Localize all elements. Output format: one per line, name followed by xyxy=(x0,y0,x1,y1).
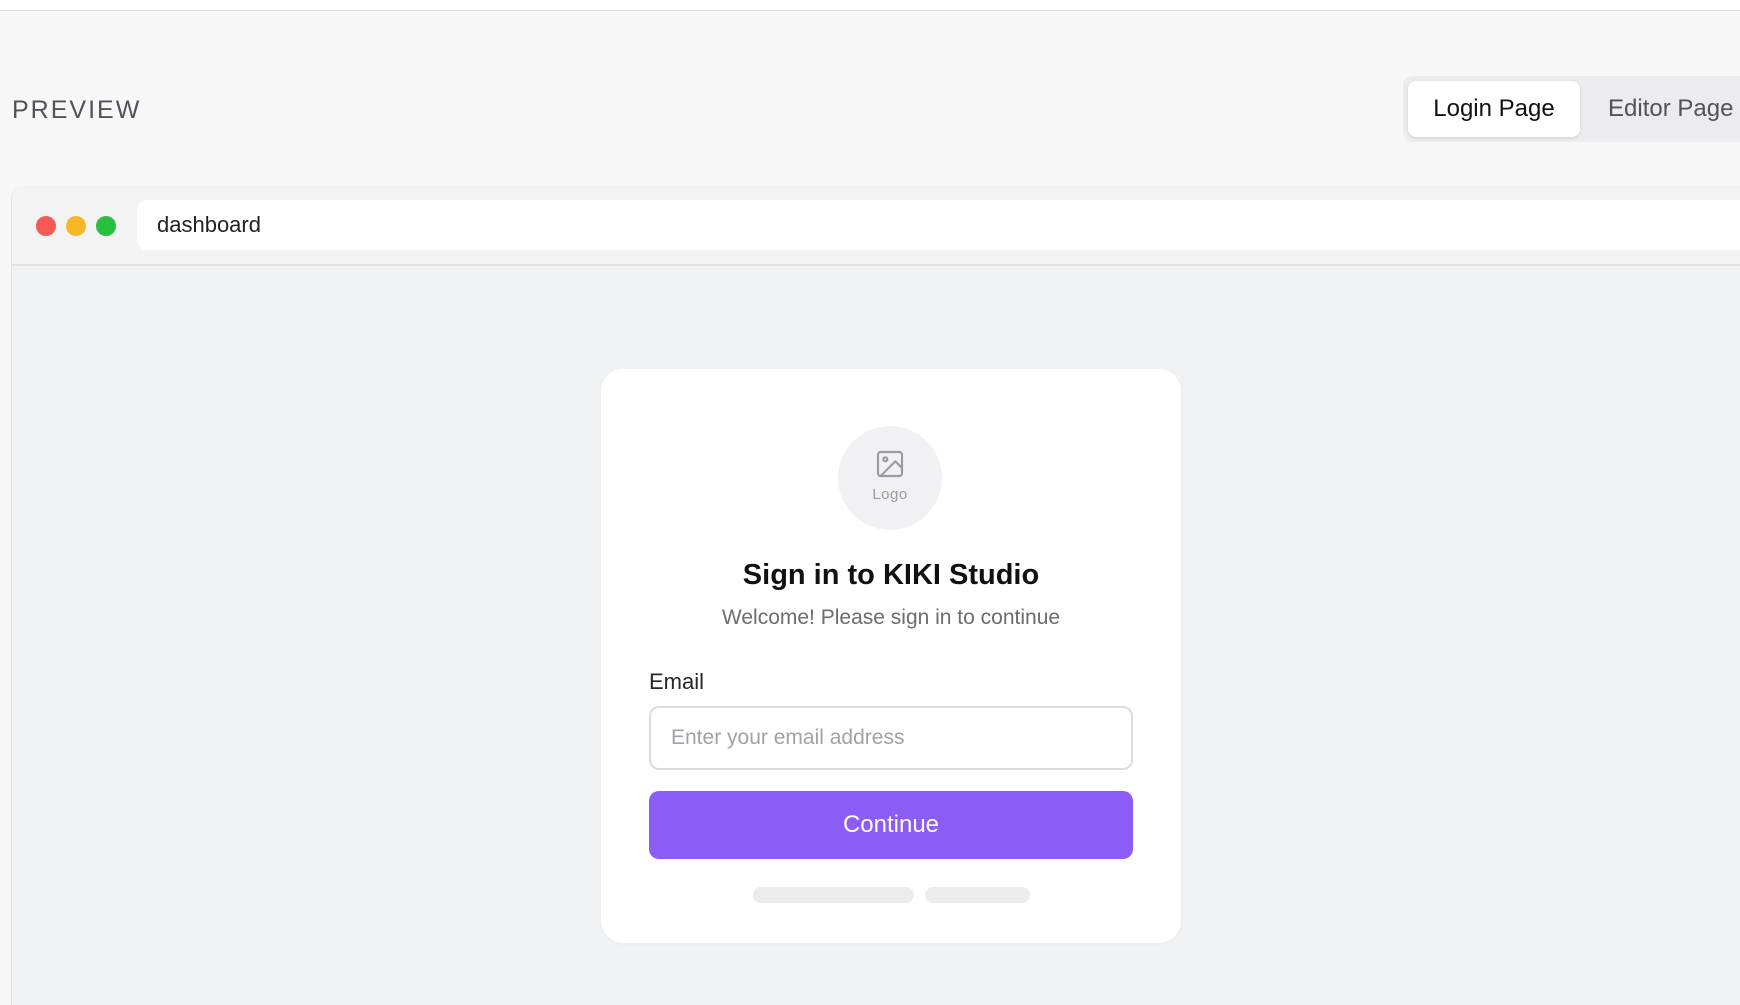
login-card: Logo Sign in to KIKI Studio Welcome! Ple… xyxy=(601,369,1181,943)
minimize-window-icon[interactable] xyxy=(66,216,86,236)
tab-editor-page[interactable]: Editor Page xyxy=(1580,81,1733,137)
maximize-window-icon[interactable] xyxy=(96,216,116,236)
browser-toolbar: dashboard xyxy=(12,185,1740,266)
email-input[interactable] xyxy=(649,706,1133,770)
page-tabs: Login Page Editor Page xyxy=(1403,76,1740,142)
logo-text: Logo xyxy=(872,485,908,503)
close-window-icon[interactable] xyxy=(36,216,56,236)
login-subtitle: Welcome! Please sign in to continue xyxy=(721,606,1061,629)
logo-placeholder: Logo xyxy=(838,426,942,530)
preview-label: PREVIEW xyxy=(12,96,142,124)
continue-button[interactable]: Continue xyxy=(649,791,1133,859)
top-rule xyxy=(0,0,1740,11)
login-title: Sign in to KIKI Studio xyxy=(742,559,1040,591)
image-icon xyxy=(876,450,904,477)
tab-login-page[interactable]: Login Page xyxy=(1408,81,1580,137)
email-label: Email xyxy=(649,669,705,694)
skeleton-line xyxy=(925,887,1030,903)
skeleton-line xyxy=(753,887,914,903)
address-bar[interactable]: dashboard xyxy=(137,200,1740,250)
browser-window: dashboard Logo Sign in to KIKI Studio We… xyxy=(11,185,1740,1005)
